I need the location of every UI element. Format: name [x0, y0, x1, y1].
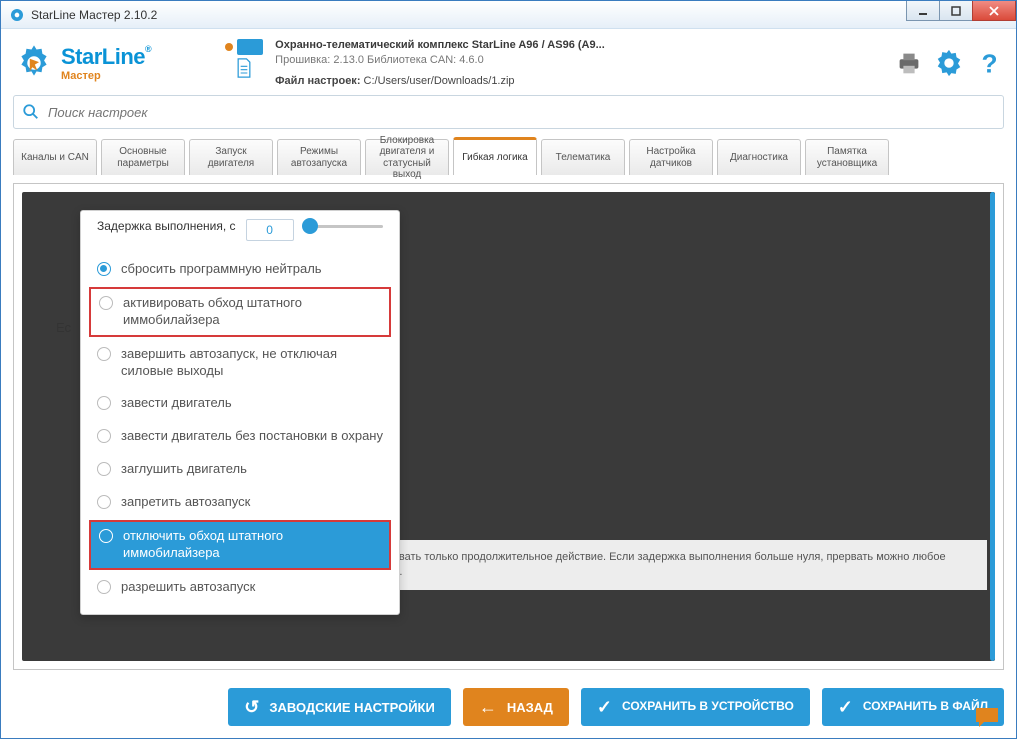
slider-handle[interactable] — [302, 218, 318, 234]
option-3[interactable]: завести двигатель — [81, 387, 399, 420]
partial-label: Ес — [56, 320, 71, 335]
radio-icon — [97, 262, 111, 276]
window-title: StarLine Мастер 2.10.2 — [31, 8, 157, 22]
option-7[interactable]: отключить обход штатного иммобилайзера — [89, 520, 391, 570]
option-label: сбросить программную нейтраль — [121, 261, 322, 278]
option-6[interactable]: запретить автозапуск — [81, 486, 399, 519]
device-firmware: Прошивка: 2.13.0 Библиотека CAN: 4.6.0 — [275, 54, 605, 66]
radio-icon — [97, 495, 111, 509]
radio-icon — [99, 529, 113, 543]
minimize-button[interactable] — [906, 1, 940, 21]
help-icon[interactable]: ? — [974, 48, 1004, 78]
delay-input[interactable] — [246, 219, 294, 241]
radio-icon — [97, 429, 111, 443]
radio-icon — [97, 462, 111, 476]
option-label: заглушить двигатель — [121, 461, 247, 478]
app-window: StarLine Мастер 2.10.2 StarLine® Мастер — [0, 0, 1017, 739]
workspace: жно прервать только продолжительное дейс… — [13, 183, 1004, 670]
settings-gear-icon[interactable] — [934, 48, 964, 78]
radio-icon — [97, 580, 111, 594]
option-label: завершить автозапуск, не отключая силовы… — [121, 346, 383, 380]
option-label: запретить автозапуск — [121, 494, 250, 511]
tabs: Каналы и CAN Основные параметры Запуск д… — [13, 139, 1004, 175]
tab-diagnostics[interactable]: Диагностика — [717, 139, 801, 175]
option-label: активировать обход штатного иммобилайзер… — [123, 295, 381, 329]
delay-slider[interactable] — [304, 225, 383, 228]
header-row: StarLine® Мастер Охранно-телематический … — [13, 39, 1004, 87]
option-label: завести двигатель без постановки в охран… — [121, 428, 383, 445]
tab-flex-logic[interactable]: Гибкая логика — [453, 137, 537, 175]
check-icon: ✓ — [597, 698, 612, 716]
logo: StarLine® Мастер — [13, 42, 151, 84]
maximize-button[interactable] — [939, 1, 973, 21]
file-icon — [235, 58, 253, 78]
tab-engine-start[interactable]: Запуск двигателя — [189, 139, 273, 175]
status-dot-icon — [225, 43, 233, 51]
logo-subtitle: Мастер — [61, 70, 151, 82]
tab-sensors[interactable]: Настройка датчиков — [629, 139, 713, 175]
tab-installer-memo[interactable]: Памятка установщика — [805, 139, 889, 175]
reset-arrow-icon: ↺ — [244, 698, 259, 716]
dark-panel: жно прервать только продолжительное дейс… — [22, 192, 995, 661]
close-button[interactable] — [972, 1, 1016, 21]
info-text: жно прервать только продолжительное дейс… — [342, 540, 987, 590]
options-popup: Задержка выполнения, с сбросить программ… — [80, 210, 400, 615]
file-settings-label: Файл настроек: — [275, 75, 360, 87]
option-2[interactable]: завершить автозапуск, не отключая силовы… — [81, 338, 399, 388]
option-label: разрешить автозапуск — [121, 579, 255, 596]
chat-icon[interactable] — [974, 706, 1000, 728]
option-8[interactable]: разрешить автозапуск — [81, 571, 399, 604]
option-list: сбросить программную нейтраль активироват… — [81, 247, 399, 604]
save-to-device-button[interactable]: ✓СОХРАНИТЬ В УСТРОЙСТВО — [581, 688, 810, 726]
bottom-buttons: ↺ЗАВОДСКИЕ НАСТРОЙКИ ←НАЗАД ✓СОХРАНИТЬ В… — [13, 678, 1004, 726]
tab-telematics[interactable]: Телематика — [541, 139, 625, 175]
back-button[interactable]: ←НАЗАД — [463, 688, 569, 726]
svg-text:?: ? — [982, 48, 998, 78]
radio-icon — [97, 396, 111, 410]
back-arrow-icon: ← — [479, 698, 497, 716]
tab-main-params[interactable]: Основные параметры — [101, 139, 185, 175]
search-input[interactable] — [48, 105, 995, 120]
option-1[interactable]: активировать обход штатного иммобилайзер… — [89, 287, 391, 337]
option-4[interactable]: завести двигатель без постановки в охран… — [81, 420, 399, 453]
device-info: Охранно-телематический комплекс StarLine… — [225, 39, 880, 87]
file-settings-path: C:/Users/user/Downloads/1.zip — [364, 75, 515, 87]
option-5[interactable]: заглушить двигатель — [81, 453, 399, 486]
option-label: завести двигатель — [121, 395, 232, 412]
tab-channels-can[interactable]: Каналы и CAN — [13, 139, 97, 175]
app-icon — [9, 7, 25, 23]
tab-engine-block[interactable]: Блокировка двигателя и статусный выход — [365, 139, 449, 175]
option-label: отключить обход штатного иммобилайзера — [123, 528, 381, 562]
device-badge-icon — [237, 39, 263, 55]
check-icon: ✓ — [838, 698, 853, 716]
gear-logo-icon — [13, 42, 55, 84]
print-icon[interactable] — [894, 48, 924, 78]
option-0[interactable]: сбросить программную нейтраль — [81, 253, 399, 286]
titlebar: StarLine Мастер 2.10.2 — [1, 1, 1016, 29]
factory-reset-button[interactable]: ↺ЗАВОДСКИЕ НАСТРОЙКИ — [228, 688, 451, 726]
device-name: Охранно-телематический комплекс StarLine… — [275, 39, 605, 51]
search-icon — [22, 103, 40, 121]
radio-icon — [97, 347, 111, 361]
search-box[interactable] — [13, 95, 1004, 129]
tab-autostart-modes[interactable]: Режимы автозапуска — [277, 139, 361, 175]
logo-brand: StarLine® — [61, 44, 151, 70]
delay-label: Задержка выполнения, с — [97, 219, 236, 234]
radio-icon — [99, 296, 113, 310]
scrollbar[interactable] — [990, 192, 995, 661]
